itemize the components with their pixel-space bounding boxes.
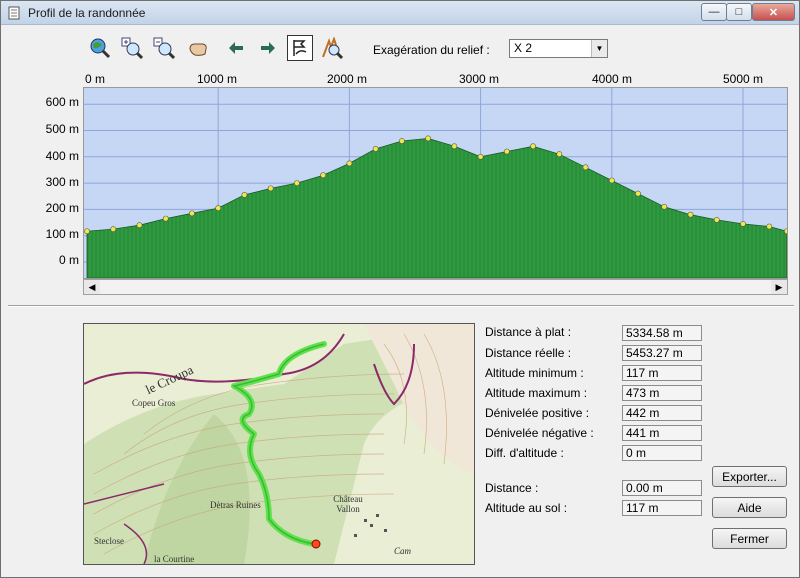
stat-value-alt-min: 117 m bbox=[622, 365, 702, 381]
zoom-out-icon[interactable] bbox=[151, 35, 177, 61]
relief-select[interactable]: X 2 ▼ bbox=[509, 39, 608, 58]
elevation-point bbox=[766, 223, 773, 230]
y-tick-label: 200 m bbox=[45, 201, 79, 215]
map-label: Dètras Ruines bbox=[210, 500, 261, 510]
stat-value-neg-gain: 441 m bbox=[622, 425, 702, 441]
elevation-profile-chart[interactable] bbox=[83, 87, 790, 279]
elevation-point bbox=[294, 180, 300, 186]
profile-search-icon[interactable] bbox=[319, 35, 345, 61]
notebook-icon bbox=[8, 6, 20, 20]
elevation-point bbox=[661, 203, 668, 210]
pan-hand-icon[interactable] bbox=[185, 35, 211, 61]
stat-value-alt-diff: 0 m bbox=[622, 445, 702, 461]
elevation-point bbox=[110, 226, 117, 233]
elevation-point bbox=[530, 143, 536, 150]
elevation-point bbox=[346, 160, 353, 167]
elevation-point bbox=[267, 185, 274, 192]
scroll-left-icon[interactable]: ◀ bbox=[84, 280, 100, 294]
chevron-down-icon[interactable]: ▼ bbox=[591, 40, 607, 57]
y-tick-label: 500 m bbox=[45, 122, 79, 136]
section-divider bbox=[8, 305, 794, 307]
elevation-point bbox=[783, 228, 790, 235]
flag-path-icon[interactable] bbox=[287, 35, 313, 61]
stat-value-alt-max: 473 m bbox=[622, 385, 702, 401]
elevation-point bbox=[608, 177, 615, 184]
elevation-point bbox=[320, 172, 327, 179]
elevation-point bbox=[582, 164, 589, 171]
map-label: Cam bbox=[394, 546, 412, 556]
cursor-label-ground-alt: Altitude au sol : bbox=[485, 501, 568, 515]
title-bar[interactable]: Profil de la randonnée — □ ✕ bbox=[1, 1, 799, 25]
elevation-point bbox=[687, 211, 694, 218]
map-label: Château Vallon bbox=[333, 494, 363, 514]
window-title: Profil de la randonnée bbox=[28, 6, 146, 20]
x-tick-label: 1000 m bbox=[197, 72, 238, 86]
x-tick-label: 3000 m bbox=[459, 72, 500, 86]
elevation-point bbox=[740, 220, 746, 227]
y-tick-label: 400 m bbox=[45, 149, 79, 163]
topographic-map bbox=[84, 324, 474, 564]
help-button[interactable]: Aide bbox=[712, 497, 787, 518]
stat-value-flat-distance: 5334.58 m bbox=[622, 325, 702, 341]
elevation-point bbox=[503, 148, 510, 155]
stat-label-neg-gain: Dénivelée négative : bbox=[485, 426, 594, 440]
route-map[interactable]: le Croupa Copeu Gros Château Vallon Dètr… bbox=[83, 323, 475, 565]
close-button[interactable]: Fermer bbox=[712, 528, 787, 549]
elevation-point bbox=[136, 222, 143, 229]
globe-zoom-icon[interactable] bbox=[87, 35, 113, 61]
x-tick-label: 2000 m bbox=[327, 72, 368, 86]
x-tick-label: 4000 m bbox=[592, 72, 633, 86]
stat-value-pos-gain: 442 m bbox=[622, 405, 702, 421]
y-tick-label: 300 m bbox=[45, 175, 79, 189]
map-label: Steclose bbox=[94, 536, 124, 546]
cursor-label-distance: Distance : bbox=[485, 481, 539, 495]
map-label: la Courtine bbox=[154, 554, 195, 564]
close-window-button[interactable]: ✕ bbox=[752, 3, 795, 21]
profile-horizontal-scrollbar[interactable]: ◀ ▶ bbox=[83, 279, 788, 295]
relief-label: Exagération du relief : bbox=[373, 43, 490, 57]
map-label: Copeu Gros bbox=[132, 398, 176, 408]
export-button[interactable]: Exporter... bbox=[712, 466, 787, 487]
stat-label-flat-distance: Distance à plat : bbox=[485, 325, 572, 339]
arrow-left-icon[interactable] bbox=[223, 35, 249, 61]
elevation-profile-svg bbox=[84, 88, 790, 279]
x-tick-label: 0 m bbox=[85, 72, 106, 86]
cursor-value-ground-alt: 117 m bbox=[622, 500, 702, 516]
x-tick-label: 5000 m bbox=[723, 72, 764, 86]
stat-label-alt-max: Altitude maximum : bbox=[485, 386, 588, 400]
elevation-point bbox=[713, 217, 720, 223]
scroll-right-icon[interactable]: ▶ bbox=[771, 280, 787, 294]
stat-label-pos-gain: Dénivelée positive : bbox=[485, 406, 590, 420]
maximize-button[interactable]: □ bbox=[726, 3, 752, 21]
elevation-point bbox=[372, 146, 379, 152]
elevation-point bbox=[425, 135, 432, 142]
elevation-point bbox=[241, 192, 248, 198]
elevation-point bbox=[215, 205, 222, 211]
y-tick-label: 600 m bbox=[45, 95, 79, 109]
elevation-point bbox=[477, 153, 484, 160]
elevation-point bbox=[84, 228, 90, 235]
stat-label-alt-min: Altitude minimum : bbox=[485, 366, 584, 380]
elevation-point bbox=[398, 138, 405, 144]
elevation-point bbox=[162, 215, 169, 222]
cursor-value-distance: 0.00 m bbox=[622, 480, 702, 496]
elevation-point bbox=[556, 151, 563, 158]
elevation-point bbox=[189, 210, 195, 217]
elevation-point bbox=[451, 143, 458, 150]
y-tick-label: 0 m bbox=[58, 253, 79, 267]
zoom-in-icon[interactable] bbox=[119, 35, 145, 61]
arrow-right-icon[interactable] bbox=[255, 35, 281, 61]
minimize-button[interactable]: — bbox=[701, 3, 727, 21]
relief-select-value: X 2 bbox=[514, 41, 533, 55]
profile-window: Profil de la randonnée — □ ✕ Exagération… bbox=[0, 0, 800, 578]
stat-label-real-distance: Distance réelle : bbox=[485, 346, 572, 360]
stat-label-alt-diff: Diff. d'altitude : bbox=[485, 446, 564, 460]
elevation-point bbox=[635, 190, 641, 197]
y-tick-label: 100 m bbox=[45, 227, 79, 241]
stat-value-real-distance: 5453.27 m bbox=[622, 345, 702, 361]
